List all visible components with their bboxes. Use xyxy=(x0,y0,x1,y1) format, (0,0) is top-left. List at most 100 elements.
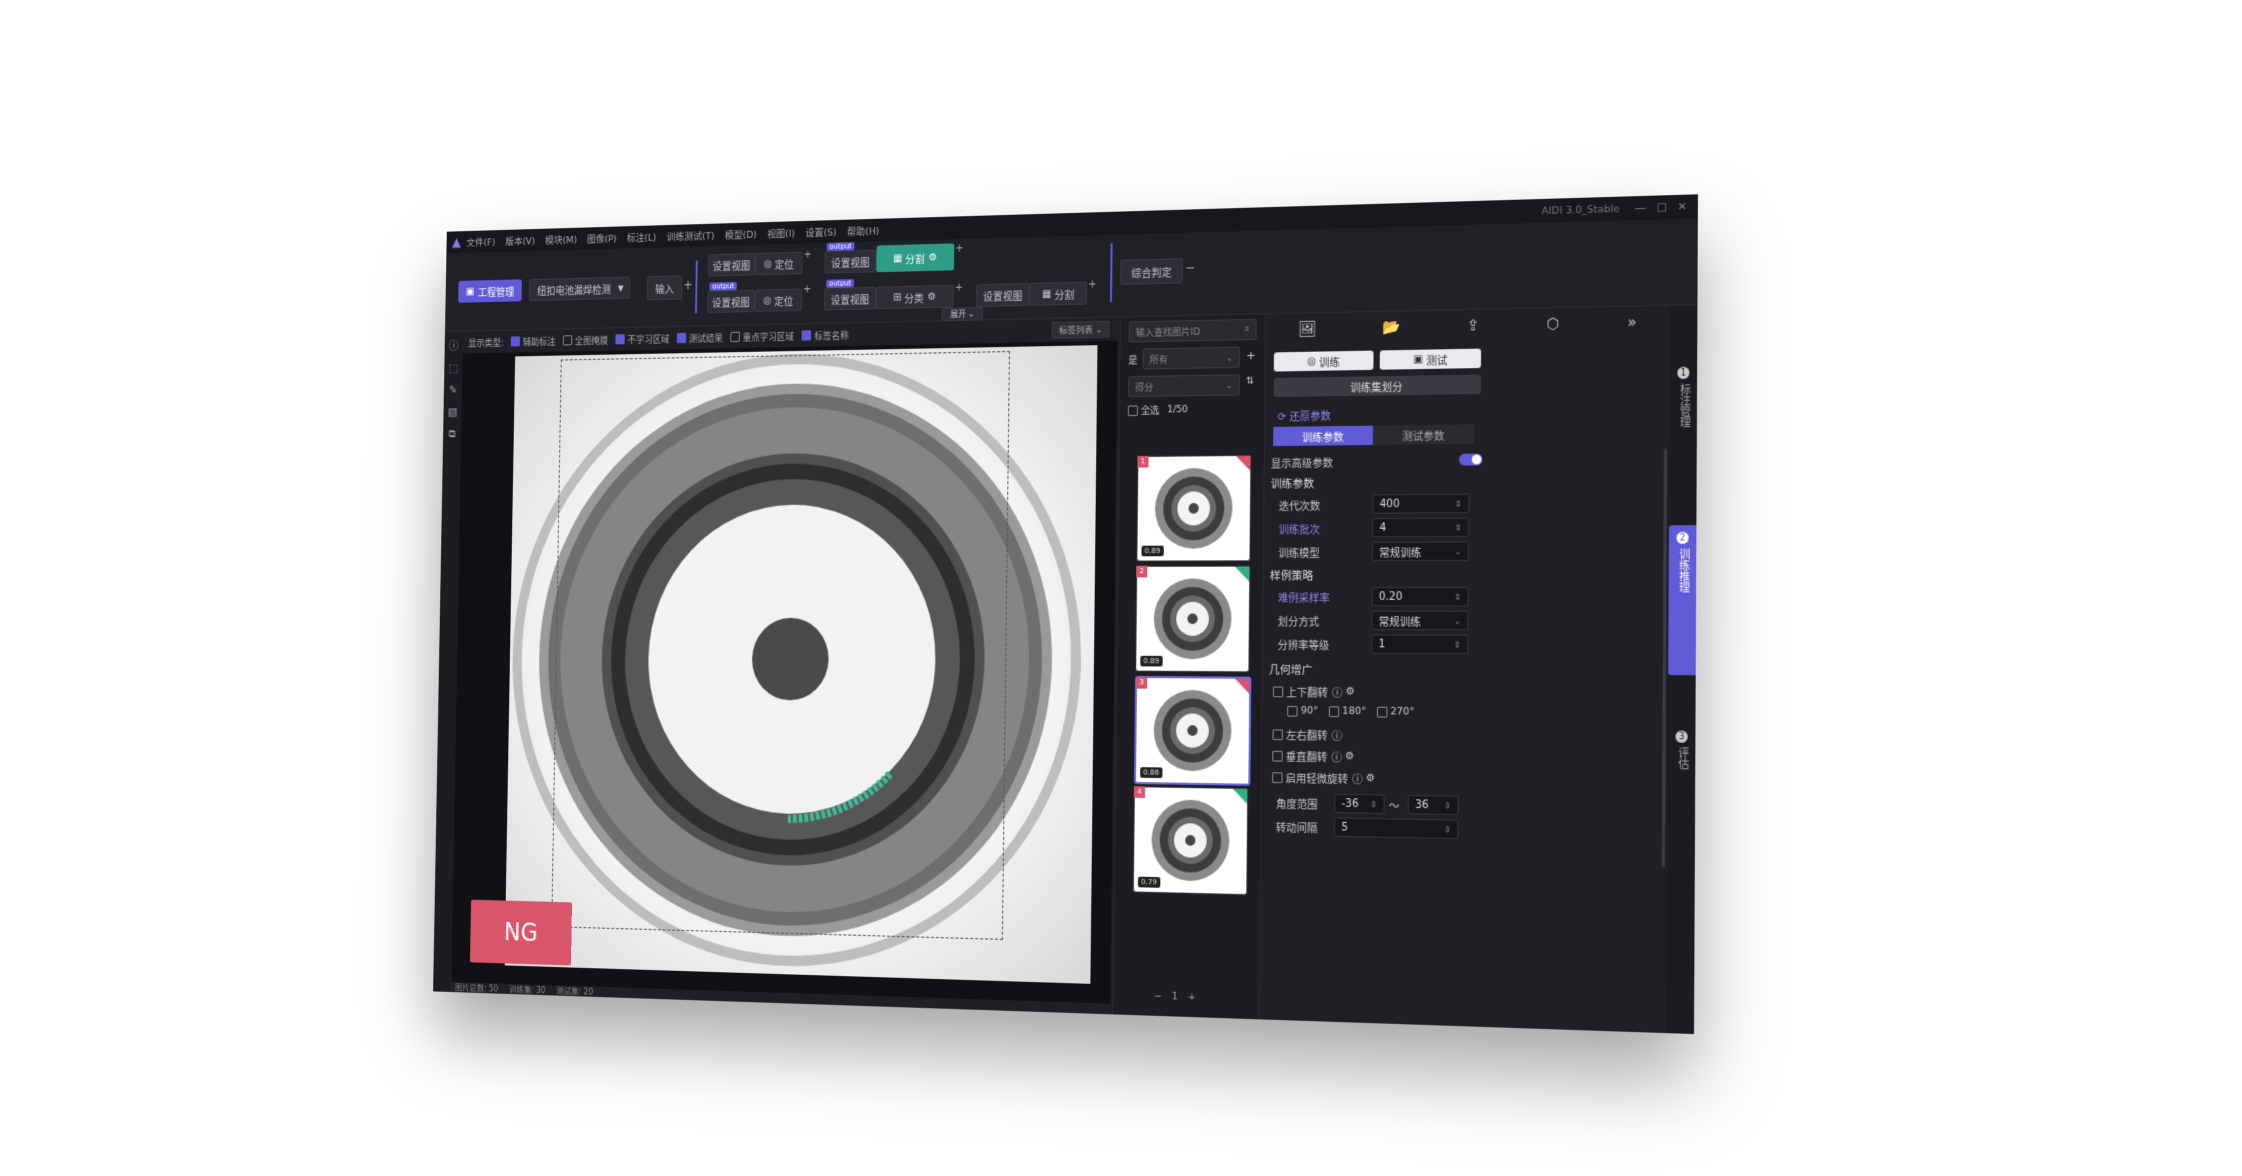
info-icon[interactable]: ⓘ xyxy=(447,340,460,354)
tab-label-management[interactable]: 1 标注管理 xyxy=(1669,360,1697,477)
flip-v-checkbox[interactable]: 垂直翻转 ⓘ ⚙ xyxy=(1272,748,1355,765)
mode-select[interactable]: 常规训练 ⌄ xyxy=(1371,541,1470,562)
sort-select[interactable]: 得分 ⌄ xyxy=(1128,374,1240,398)
info-icon[interactable]: ⓘ xyxy=(1352,770,1363,786)
menu-label[interactable]: 标注(L) xyxy=(627,229,657,244)
collapse-icon[interactable]: » xyxy=(1627,314,1636,332)
option-full-mask[interactable]: 全图掩膜 xyxy=(562,333,608,347)
rot270-checkbox[interactable]: 270° xyxy=(1376,706,1414,718)
add-node-icon[interactable]: + xyxy=(804,249,812,260)
tab-test-params[interactable]: 测试参数 xyxy=(1372,424,1475,445)
stepper-icon[interactable]: ⇕ xyxy=(1454,640,1461,650)
folder-icon[interactable]: 📂 xyxy=(1382,319,1400,337)
project-manage-button[interactable]: ▣ 工程管理 xyxy=(458,279,522,303)
hatch-tool-icon[interactable]: ▧ xyxy=(446,405,459,419)
tab-train-infer[interactable]: 2 训练推理 xyxy=(1668,525,1697,676)
set-view-node[interactable]: 设置视图 xyxy=(707,252,756,277)
menu-model[interactable]: 模型(D) xyxy=(725,226,757,242)
flip-lr-checkbox[interactable]: 左右翻转 ⓘ xyxy=(1272,726,1342,743)
image-search-input[interactable]: 输入查找图片ID ⌕ xyxy=(1128,318,1257,343)
stepper-icon[interactable]: ⇕ xyxy=(1444,824,1451,834)
locate-node[interactable]: ◎ 定位 xyxy=(754,251,803,276)
scrollbar[interactable] xyxy=(1661,448,1668,868)
option-no-learn[interactable]: 不学习区域 xyxy=(615,332,670,346)
angle-min-input[interactable]: -36 ⇕ xyxy=(1334,793,1385,814)
menu-view[interactable]: 视图(I) xyxy=(767,225,795,240)
brush-tool-icon[interactable]: ✎ xyxy=(447,383,460,397)
next-page-button[interactable]: + xyxy=(1188,992,1196,1003)
train-button[interactable]: ◎ 训练 xyxy=(1273,350,1374,372)
restore-params-button[interactable]: ⟳ 还原参数 xyxy=(1277,407,1331,423)
classify-node[interactable]: ⊞ 分类 ⚙ xyxy=(875,284,954,310)
sort-order-icon[interactable]: ⇅ xyxy=(1246,376,1254,387)
segment-node-active[interactable]: ▦ 分割 ⚙ xyxy=(876,243,955,273)
rot180-checkbox[interactable]: 180° xyxy=(1328,705,1366,717)
rotate-checkbox[interactable]: 启用轻微旋转 ⓘ ⚙ xyxy=(1272,769,1375,787)
project-select[interactable]: 纽扣电池漏焊检测 ▼ xyxy=(528,276,631,302)
image-thumbnail[interactable]: 3 0.86 xyxy=(1133,675,1252,786)
transform-tool-icon[interactable]: ⧉ xyxy=(446,427,459,441)
tag-list-button[interactable]: 标签列表 ⌄ xyxy=(1051,320,1110,339)
split-mode-select[interactable]: 常规训练 ⌄ xyxy=(1371,610,1469,631)
combine-node[interactable]: 综合判定 xyxy=(1120,258,1183,285)
set-view-node[interactable]: 设置视图 xyxy=(823,286,877,311)
select-tool-icon[interactable]: ⬚ xyxy=(447,361,460,375)
segment-node[interactable]: ▦ 分割 xyxy=(1029,281,1088,306)
remove-node-icon[interactable]: − xyxy=(1185,260,1195,275)
stepper-icon[interactable]: ⇕ xyxy=(1444,800,1451,810)
option-test-result[interactable]: 测试结果 xyxy=(676,331,723,345)
maximize-button[interactable]: □ xyxy=(1656,201,1666,213)
input-node[interactable]: 输入 xyxy=(646,275,683,301)
gear-icon[interactable]: ⚙ xyxy=(1366,773,1376,785)
menu-version[interactable]: 版本(V) xyxy=(505,233,535,248)
menu-settings[interactable]: 设置(S) xyxy=(805,224,836,239)
stepper-icon[interactable]: ⇕ xyxy=(1454,592,1461,602)
tab-train-params[interactable]: 训练参数 xyxy=(1273,425,1373,447)
image-thumbnail[interactable]: 1 0.89 xyxy=(1136,454,1252,562)
menu-file[interactable]: 文件(F) xyxy=(466,234,495,249)
batch-input[interactable]: 4 ⇕ xyxy=(1372,517,1470,538)
stepper-icon[interactable]: ⇕ xyxy=(1370,799,1377,809)
iter-input[interactable]: 400 ⇕ xyxy=(1372,493,1470,514)
prev-page-button[interactable]: − xyxy=(1154,991,1162,1002)
roi-box[interactable] xyxy=(551,351,1010,940)
step-input[interactable]: 5 ⇕ xyxy=(1333,817,1459,840)
angle-max-input[interactable]: 36 ⇕ xyxy=(1407,794,1459,816)
image-canvas[interactable]: NG xyxy=(451,341,1118,1004)
select-all-checkbox[interactable]: 全选 1/50 xyxy=(1127,403,1188,418)
split-dataset-button[interactable]: 训练集划分 xyxy=(1273,374,1481,398)
add-node-icon[interactable]: + xyxy=(1088,279,1097,291)
menu-module[interactable]: 模块(M) xyxy=(545,232,577,247)
add-filter-icon[interactable]: + xyxy=(1246,348,1256,362)
option-tag-name[interactable]: 标签名称 xyxy=(801,328,849,342)
locate-node[interactable]: ◎ 定位 xyxy=(754,288,803,313)
image-thumbnail[interactable]: 2 0.89 xyxy=(1135,565,1251,673)
info-icon[interactable]: ⓘ xyxy=(1331,748,1342,765)
filter-select[interactable]: 所有 ⌄ xyxy=(1142,346,1241,370)
set-view-node[interactable]: 设置视图 xyxy=(976,282,1030,308)
add-node-icon[interactable]: + xyxy=(803,284,811,295)
resolution-input[interactable]: 1 ⇕ xyxy=(1371,634,1469,655)
rot90-checkbox[interactable]: 90° xyxy=(1287,705,1318,717)
menu-image[interactable]: 图像(P) xyxy=(587,231,617,246)
advanced-params-toggle[interactable] xyxy=(1459,453,1483,466)
add-node-icon[interactable]: + xyxy=(955,243,963,255)
info-icon[interactable]: ⓘ xyxy=(1332,727,1343,743)
set-view-node[interactable]: 设置视图 xyxy=(824,249,877,274)
option-key-learn[interactable]: 重点学习区域 xyxy=(730,329,794,344)
tab-evaluate[interactable]: 3 评估 xyxy=(1667,724,1695,820)
expand-button[interactable]: 展开 ⌄ xyxy=(941,306,983,322)
set-view-node[interactable]: 设置视图 xyxy=(707,289,755,314)
stepper-icon[interactable]: ⇕ xyxy=(1455,499,1462,509)
neg-sample-input[interactable]: 0.20 ⇕ xyxy=(1371,586,1469,607)
add-node-icon[interactable]: + xyxy=(683,278,693,292)
menu-train-test[interactable]: 训练测试(T) xyxy=(666,228,714,244)
cube-icon[interactable]: ⬡ xyxy=(1546,316,1559,334)
flip-ud-checkbox[interactable]: 上下翻转 ⓘ ⚙ xyxy=(1272,683,1355,700)
close-button[interactable]: ✕ xyxy=(1678,201,1687,213)
minimize-button[interactable]: — xyxy=(1635,202,1646,214)
image-add-icon[interactable]: 🖼 xyxy=(1298,321,1317,338)
gear-icon[interactable]: ⚙ xyxy=(1346,686,1355,698)
stepper-icon[interactable]: ⇕ xyxy=(1455,522,1462,532)
gear-icon[interactable]: ⚙ xyxy=(1345,751,1354,763)
